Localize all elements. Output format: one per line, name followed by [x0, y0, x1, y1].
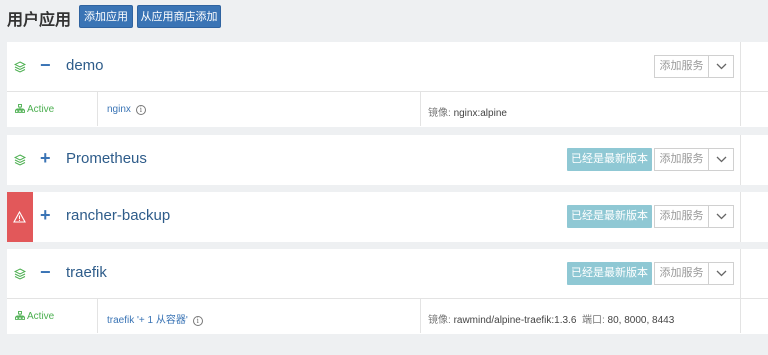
- service-name: nginx i: [107, 104, 146, 115]
- stack-menu-button[interactable]: [708, 205, 734, 228]
- page-title: 用户应用: [7, 12, 72, 29]
- stack-rancher-backup: + rancher-backup 已经是最新版本 添加服务: [7, 192, 768, 242]
- service-row: Active traefik '+ 1 从容器' i 镜像: rawmind/al…: [7, 299, 768, 333]
- expand-toggle[interactable]: +: [40, 149, 51, 167]
- image-value: rawmind/alpine-traefik:1.3.6: [453, 315, 577, 326]
- stack-name[interactable]: rancher-backup: [66, 207, 170, 224]
- add-service-button[interactable]: 添加服务: [654, 262, 709, 285]
- collapse-toggle[interactable]: −: [40, 263, 51, 281]
- status-badge: Active: [15, 311, 54, 322]
- layers-icon: [14, 154, 26, 166]
- status-badge: Active: [15, 104, 54, 115]
- stack-header: + rancher-backup 已经是最新版本 添加服务: [7, 192, 768, 242]
- status-text: Active: [27, 311, 55, 322]
- divider: [740, 299, 741, 333]
- info-icon[interactable]: i: [135, 105, 146, 115]
- expand-toggle[interactable]: +: [40, 206, 51, 224]
- layers-icon: [14, 268, 26, 280]
- chevron-down-icon: [716, 63, 727, 70]
- image-label: 镜像:: [428, 315, 451, 326]
- add-service-button[interactable]: 添加服务: [654, 205, 709, 228]
- add-service-button[interactable]: 添加服务: [654, 148, 709, 171]
- add-from-store-button[interactable]: 从应用商店添加: [137, 5, 221, 28]
- page-header: 用户应用 添加应用 从应用商店添加: [0, 0, 768, 34]
- stack-menu-button[interactable]: [708, 55, 734, 78]
- divider: [740, 192, 741, 242]
- warning-icon: [13, 211, 26, 223]
- divider: [97, 299, 98, 333]
- divider: [740, 249, 741, 299]
- stack-name[interactable]: traefik: [66, 264, 107, 281]
- stack-menu-button[interactable]: [708, 262, 734, 285]
- chevron-down-icon: [716, 270, 727, 277]
- chevron-down-icon: [716, 156, 727, 163]
- image-value: nginx:alpine: [453, 108, 507, 119]
- stack-traefik: − traefik 已经是最新版本 添加服务 Active traefik '+…: [7, 249, 768, 334]
- divider: [420, 92, 421, 126]
- divider: [740, 92, 741, 126]
- stack-menu-button[interactable]: [708, 148, 734, 171]
- divider: [420, 299, 421, 333]
- network-icon: [15, 311, 25, 320]
- info-icon[interactable]: i: [192, 316, 203, 326]
- stack-header: − traefik 已经是最新版本 添加服务: [7, 249, 768, 299]
- stack-header: + Prometheus 已经是最新版本 添加服务: [7, 135, 768, 185]
- divider: [97, 92, 98, 126]
- warning-indicator: [7, 192, 33, 242]
- stack-name[interactable]: Prometheus: [66, 150, 147, 167]
- service-link[interactable]: nginx: [107, 104, 131, 115]
- network-icon: [15, 104, 25, 113]
- stack-prometheus: + Prometheus 已经是最新版本 添加服务: [7, 135, 768, 185]
- service-link[interactable]: traefik '+ 1 从容器': [107, 315, 188, 326]
- stack-demo: − demo 添加服务 Active nginx i 镜像: nginx:alpi…: [7, 42, 768, 127]
- ports-value: 80, 8000, 8443: [607, 315, 675, 326]
- add-app-button[interactable]: 添加应用: [79, 5, 133, 28]
- collapse-toggle[interactable]: −: [40, 56, 51, 74]
- layers-icon: [14, 61, 26, 73]
- divider: [740, 42, 741, 92]
- chevron-down-icon: [716, 213, 727, 220]
- latest-version-button[interactable]: 已经是最新版本: [567, 205, 652, 228]
- service-row: Active nginx i 镜像: nginx:alpine: [7, 92, 768, 126]
- service-image: 镜像: nginx:alpine: [428, 104, 507, 119]
- add-service-button[interactable]: 添加服务: [654, 55, 709, 78]
- divider: [740, 135, 741, 185]
- stack-header: − demo 添加服务: [7, 42, 768, 92]
- service-image: 镜像: rawmind/alpine-traefik:1.3.6 端口: 80,…: [428, 311, 674, 326]
- ports-label: 端口:: [581, 315, 605, 326]
- latest-version-button[interactable]: 已经是最新版本: [567, 148, 652, 171]
- stack-name[interactable]: demo: [66, 57, 104, 74]
- status-text: Active: [27, 104, 55, 115]
- service-name: traefik '+ 1 从容器' i: [107, 311, 203, 326]
- latest-version-button[interactable]: 已经是最新版本: [567, 262, 652, 285]
- image-label: 镜像:: [428, 108, 451, 119]
